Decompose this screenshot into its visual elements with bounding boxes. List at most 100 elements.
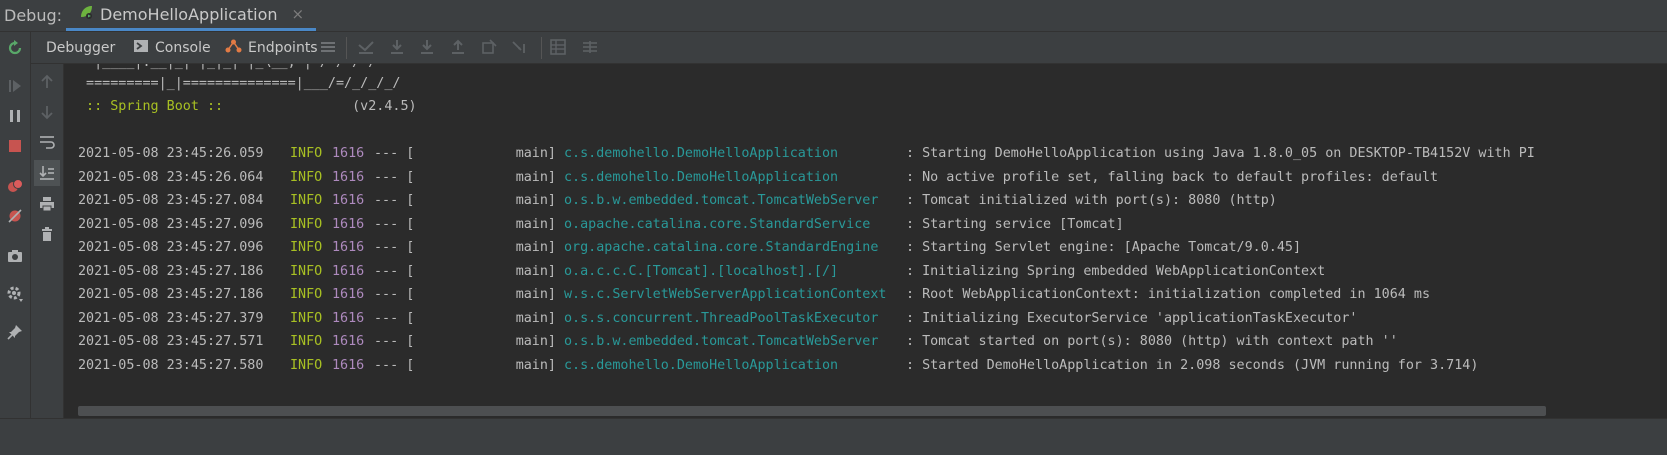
step-over-icon[interactable] [388,38,406,56]
tab-demo-hello-application[interactable]: DemoHelloApplication × [66,0,317,31]
endpoints-icon [225,38,242,58]
log-message: : Starting service [Tomcat] [906,216,1124,232]
log-pid: 1616 [332,334,365,349]
log-level: INFO [290,287,323,302]
layout-menu-icon[interactable] [319,38,337,56]
console-icon [133,38,149,58]
pin-icon[interactable] [5,322,25,342]
step-out-icon[interactable] [449,38,467,56]
stop-icon[interactable] [5,136,25,156]
camera-icon[interactable] [5,246,25,266]
spring-boot-label: :: Spring Boot :: [78,99,232,114]
log-thread: main] [515,216,556,232]
log-timestamp: 2021-05-08 23:45:27.186 [78,263,264,279]
log-level: INFO [290,193,323,208]
log-level: INFO [290,216,323,232]
log-logger: c.s.demohello.DemoHelloApplication [564,357,839,373]
log-pid: 1616 [332,240,365,255]
log-row: 2021-05-08 23:45:27.186 INFO 1616 --- [main… [78,263,1325,281]
log-timestamp: 2021-05-08 23:45:27.084 [78,193,264,208]
tab-debugger-label: Debugger [46,39,116,56]
log-separator: --- [ [374,216,415,232]
log-timestamp: 2021-05-08 23:45:27.580 [78,357,264,373]
tab-endpoints[interactable]: Endpoints [225,32,318,63]
log-row: 2021-05-08 23:45:27.084 INFO 1616 --- [main… [78,192,1277,210]
trace-stream-icon[interactable] [581,38,599,56]
log-separator: --- [ [374,287,415,302]
log-message: : Tomcat started on port(s): 8080 (http)… [906,334,1398,349]
console-output[interactable]: |____|.__|_| |_|_| |_\__, | / / / / ====… [64,64,1667,404]
log-message: : No active profile set, falling back to… [906,169,1439,185]
debug-titlebar: Debug: DemoHelloApplication × [0,0,1667,32]
evaluate-expression-icon[interactable] [549,38,567,56]
log-thread: main] [515,310,556,326]
log-timestamp: 2021-05-08 23:45:26.064 [78,169,264,185]
log-separator: --- [ [374,240,415,255]
print-icon[interactable] [37,194,57,214]
show-execution-point-icon[interactable] [357,38,375,56]
log-row: 2021-05-08 23:45:27.186 INFO 1616 --- [main… [78,286,1430,304]
log-level: INFO [290,240,323,255]
log-timestamp: 2021-05-08 23:45:27.096 [78,240,264,255]
pause-icon[interactable] [5,106,25,126]
tab-console-label: Console [155,39,211,56]
debug-label: Debug: [4,6,63,25]
log-timestamp: 2021-05-08 23:45:27.379 [78,310,264,326]
close-icon[interactable]: × [292,5,305,23]
horizontal-scrollbar[interactable] [78,406,1546,416]
log-logger: o.s.s.concurrent.ThreadPoolTaskExecutor [564,310,879,326]
banner-line: |____|.__|_| |_|_| |_\__, | / / / / [78,64,376,72]
log-pid: 1616 [332,146,365,161]
log-pid: 1616 [332,169,365,185]
up-arrow-icon[interactable] [37,72,57,92]
log-logger: o.s.b.w.embedded.tomcat.TomcatWebServer [564,334,879,349]
log-message: : Starting Servlet engine: [Apache Tomca… [906,240,1302,255]
log-row: 2021-05-08 23:45:26.059 INFO 1616 --- [main… [78,145,1535,163]
log-separator: --- [ [374,310,415,326]
log-row: 2021-05-08 23:45:27.096 INFO 1616 --- [main… [78,216,1124,234]
log-pid: 1616 [332,193,365,208]
log-message: : Started DemoHelloApplication in 2.098 … [906,357,1479,373]
view-breakpoints-icon[interactable] [5,176,25,196]
scroll-to-end-icon[interactable] [34,160,60,186]
log-thread: main] [515,169,556,185]
log-row: 2021-05-08 23:45:27.571 INFO 1616 --- [main… [78,333,1398,351]
log-timestamp: 2021-05-08 23:45:26.059 [78,146,264,161]
resume-icon[interactable] [5,76,25,96]
down-arrow-icon[interactable] [37,102,57,122]
settings-icon[interactable] [5,284,25,304]
debug-left-toolbar [0,32,31,454]
log-logger: c.s.demohello.DemoHelloApplication [564,169,839,185]
log-level: INFO [290,334,323,349]
log-logger: c.s.demohello.DemoHelloApplication [564,146,839,161]
tab-label: DemoHelloApplication [100,4,278,24]
tab-debugger[interactable]: Debugger [46,32,115,63]
mute-breakpoints-icon[interactable] [5,206,25,226]
log-separator: --- [ [374,263,415,279]
log-separator: --- [ [374,169,415,185]
rerun-icon[interactable] [5,38,25,58]
run-to-cursor-icon[interactable] [511,38,529,56]
log-row: 2021-05-08 23:45:27.580 INFO 1616 --- [main… [78,357,1478,375]
log-pid: 1616 [332,357,365,373]
log-separator: --- [ [374,146,415,161]
step-into-icon[interactable] [418,38,436,56]
console-side-toolbar [31,64,64,454]
debug-tabs-toolbar: Debugger Console Endpoints [31,32,1667,64]
log-level: INFO [290,310,323,326]
soft-wrap-icon[interactable] [37,132,57,152]
log-separator: --- [ [374,334,415,349]
drop-frame-icon[interactable] [480,38,498,56]
log-pid: 1616 [332,263,365,279]
log-timestamp: 2021-05-08 23:45:27.096 [78,216,264,232]
log-pid: 1616 [332,310,365,326]
log-logger: org.apache.catalina.core.StandardEngine [564,240,879,255]
log-level: INFO [290,263,323,279]
clear-all-icon[interactable] [37,224,57,244]
log-level: INFO [290,146,323,161]
log-thread: main] [515,193,556,208]
log-level: INFO [290,357,323,373]
log-logger: o.s.b.w.embedded.tomcat.TomcatWebServer [564,193,879,208]
tab-console[interactable]: Console [133,32,211,63]
log-thread: main] [515,287,556,302]
